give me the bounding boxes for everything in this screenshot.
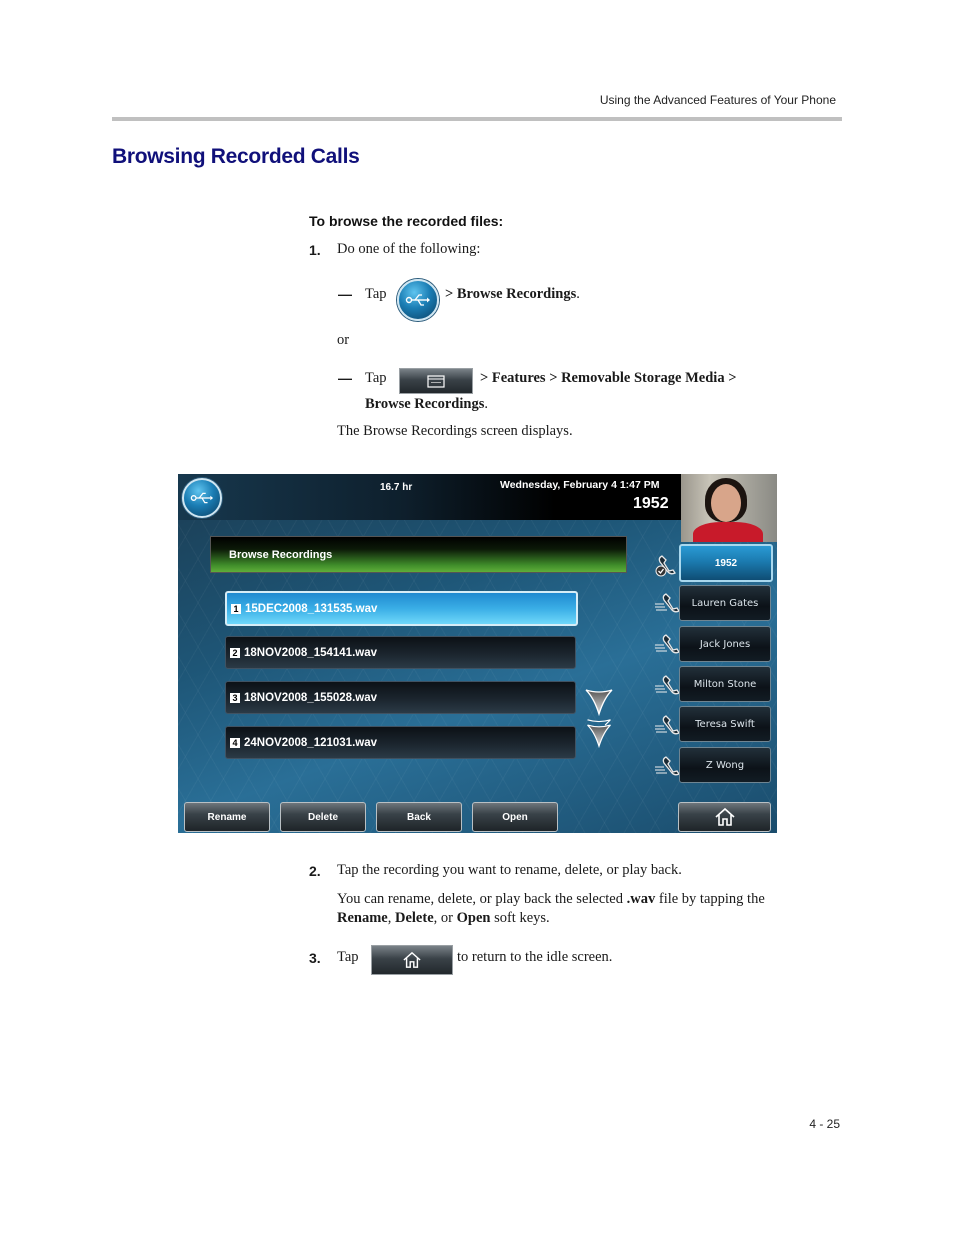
line-key-lauren-gates[interactable]: Lauren Gates bbox=[679, 585, 771, 621]
line-key-teresa-swift[interactable]: Teresa Swift bbox=[679, 706, 771, 742]
back-soft-key[interactable]: Back bbox=[376, 802, 462, 832]
recording-item[interactable]: 3 18NOV2008_155028.wav bbox=[225, 681, 576, 714]
header-rule bbox=[112, 117, 842, 121]
usb-icon bbox=[190, 492, 214, 504]
speed-dial-icon bbox=[655, 593, 680, 613]
screen-title-bar: Browse Recordings bbox=[210, 536, 627, 573]
usb-icon bbox=[405, 294, 430, 306]
recording-index: 3 bbox=[230, 692, 240, 703]
step-2-text: Tap the recording you want to rename, de… bbox=[337, 862, 682, 878]
or-text: or bbox=[337, 332, 350, 348]
phone-registered-icon bbox=[655, 555, 676, 577]
step-3-text: to return to the idle screen. bbox=[457, 949, 613, 965]
line-key-z-wong[interactable]: Z Wong bbox=[679, 747, 771, 783]
home-button-image bbox=[371, 945, 453, 975]
step-2-number: 2. bbox=[309, 863, 321, 879]
contact-photo bbox=[681, 474, 777, 542]
tap-label: Tap bbox=[365, 370, 387, 386]
option-b-path-cont: Browse Recordings. bbox=[365, 396, 488, 412]
step-2-note: You can rename, delete, or play back the… bbox=[337, 891, 765, 926]
rename-soft-key[interactable]: Rename bbox=[184, 802, 270, 832]
screen-title: Browse Recordings bbox=[229, 549, 333, 561]
recording-item[interactable]: 1 15DEC2008_131535.wav bbox=[225, 591, 578, 626]
bullet-dash: — bbox=[338, 370, 352, 386]
option-a-path: > Browse Recordings. bbox=[445, 286, 580, 302]
procedure-heading: To browse the recorded files: bbox=[309, 213, 504, 229]
recording-index: 4 bbox=[230, 737, 240, 748]
usb-button-image bbox=[397, 279, 439, 321]
step-1-result: The Browse Recordings screen displays. bbox=[337, 423, 573, 439]
speed-dial-icon bbox=[655, 675, 680, 695]
open-soft-key[interactable]: Open bbox=[472, 802, 558, 832]
running-header: Using the Advanced Features of Your Phon… bbox=[599, 93, 836, 107]
menu-button-image bbox=[399, 368, 473, 394]
recording-name: 18NOV2008_154141.wav bbox=[244, 646, 377, 659]
recording-name: 24NOV2008_121031.wav bbox=[244, 736, 377, 749]
double-chevron-down-icon[interactable] bbox=[584, 718, 614, 748]
home-button[interactable] bbox=[678, 802, 771, 832]
line-key-milton-stone[interactable]: Milton Stone bbox=[679, 666, 771, 702]
line-key-jack-jones[interactable]: Jack Jones bbox=[679, 626, 771, 662]
speed-dial-icon bbox=[655, 715, 680, 735]
phone-screen-screenshot: 16.7 hr Wednesday, February 4 1:47 PM 19… bbox=[178, 474, 777, 833]
storage-remaining: 16.7 hr bbox=[380, 482, 413, 493]
recording-name: 15DEC2008_131535.wav bbox=[245, 602, 378, 615]
tap-label: Tap bbox=[337, 949, 359, 965]
tap-label: Tap bbox=[365, 286, 387, 302]
delete-soft-key[interactable]: Delete bbox=[280, 802, 366, 832]
extension-number: 1952 bbox=[633, 495, 669, 512]
menu-icon bbox=[427, 374, 445, 388]
speed-dial-icon bbox=[655, 756, 680, 776]
step-1-number: 1. bbox=[309, 242, 321, 258]
option-b-path: > Features > Removable Storage Media > bbox=[480, 370, 737, 386]
section-title: Browsing Recorded Calls bbox=[112, 145, 360, 168]
home-icon bbox=[403, 951, 421, 968]
speed-dial-icon bbox=[655, 634, 680, 654]
usb-button[interactable] bbox=[182, 478, 222, 518]
chevron-down-icon[interactable] bbox=[584, 686, 614, 716]
recording-name: 18NOV2008_155028.wav bbox=[244, 691, 377, 704]
recording-index: 2 bbox=[230, 647, 240, 658]
home-icon bbox=[714, 807, 735, 826]
recording-index: 1 bbox=[231, 603, 241, 614]
page-number: 4 - 25 bbox=[809, 1117, 840, 1131]
recording-item[interactable]: 4 24NOV2008_121031.wav bbox=[225, 726, 576, 759]
step-3-number: 3. bbox=[309, 950, 321, 966]
step-1-text: Do one of the following: bbox=[337, 241, 481, 257]
line-key-1952[interactable]: 1952 bbox=[679, 544, 773, 582]
bullet-dash: — bbox=[338, 286, 352, 302]
date-time: Wednesday, February 4 1:47 PM bbox=[500, 479, 660, 491]
recording-item[interactable]: 2 18NOV2008_154141.wav bbox=[225, 636, 576, 669]
